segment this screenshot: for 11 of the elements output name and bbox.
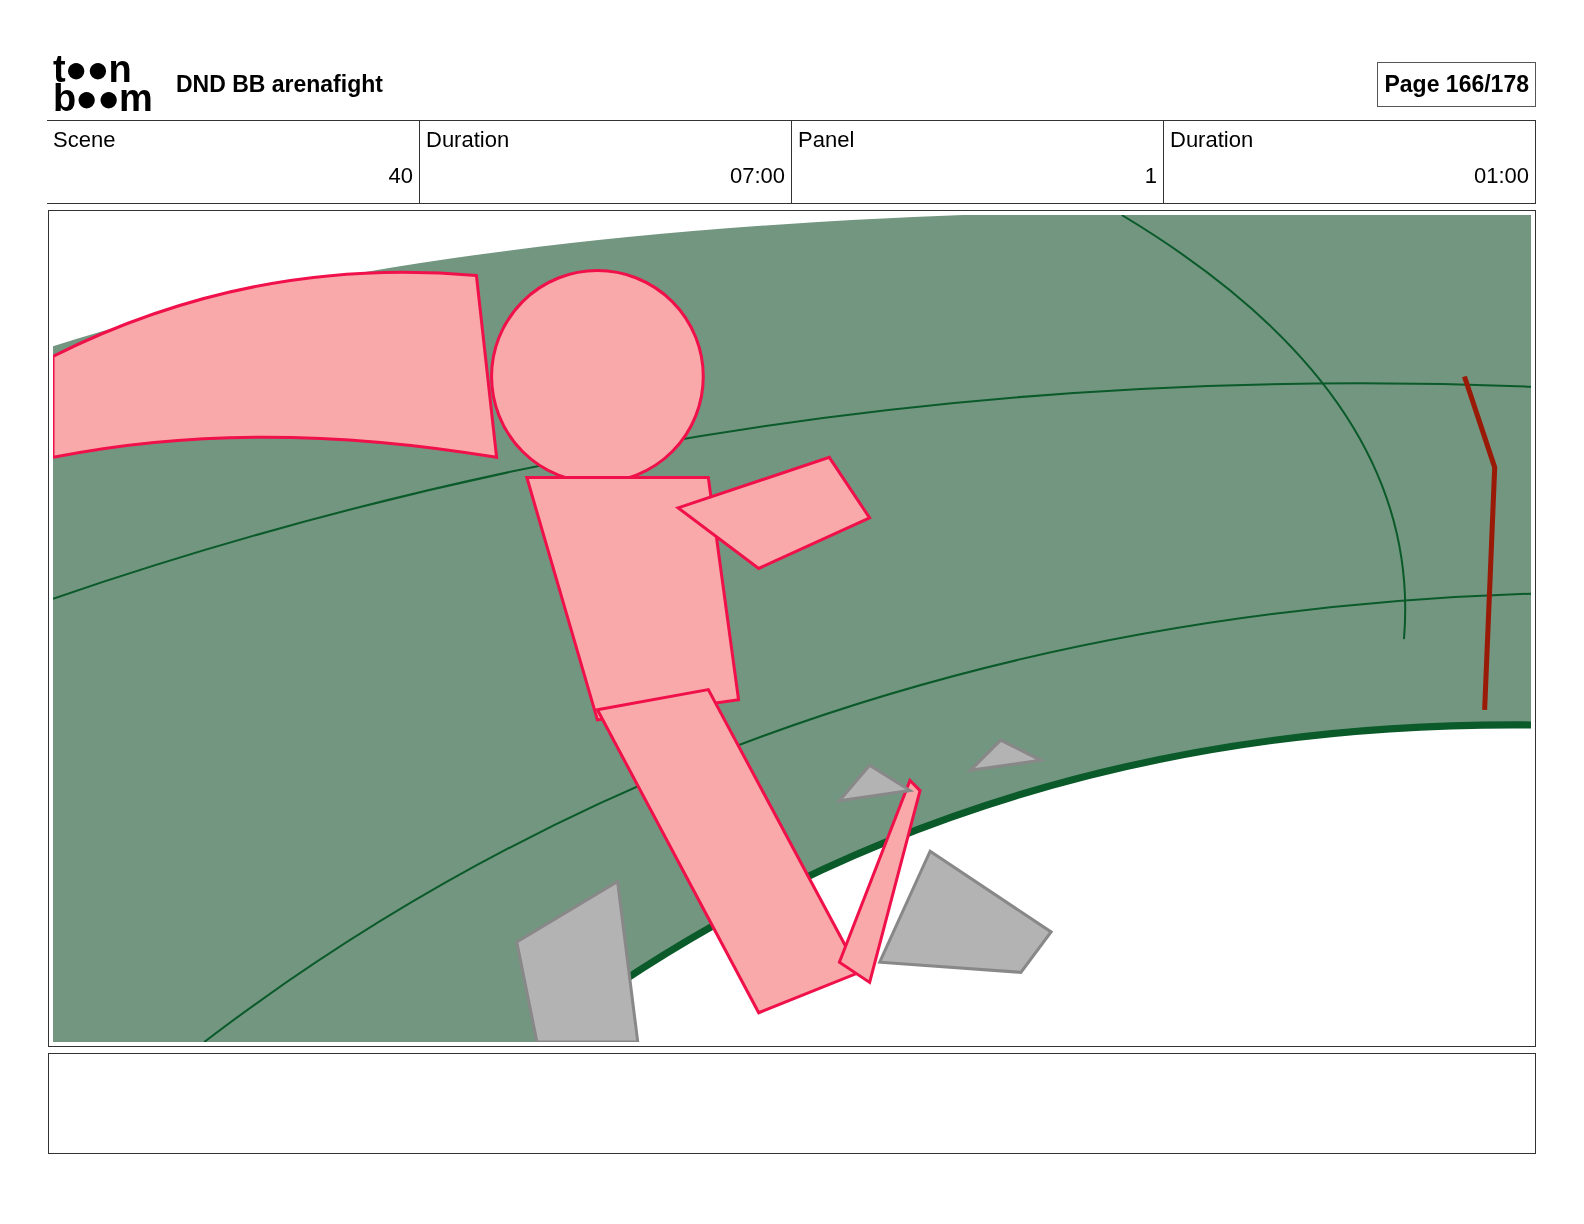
column-header: Panel — [798, 127, 856, 153]
column-header: Scene — [53, 127, 117, 153]
column-header: Duration — [1170, 127, 1255, 153]
table-cell-text: 01:00 — [1472, 163, 1529, 189]
table-cell-text: 1 — [1143, 163, 1157, 189]
document-title: DND BB arenafight — [175, 70, 384, 98]
table-cell-text: 07:00 — [728, 163, 785, 189]
table-cell-text: 40 — [387, 163, 413, 189]
column-header: Duration — [426, 127, 511, 153]
page-number: Page 166/178 — [1377, 61, 1536, 107]
logo: t●●n b●●m — [53, 55, 152, 113]
